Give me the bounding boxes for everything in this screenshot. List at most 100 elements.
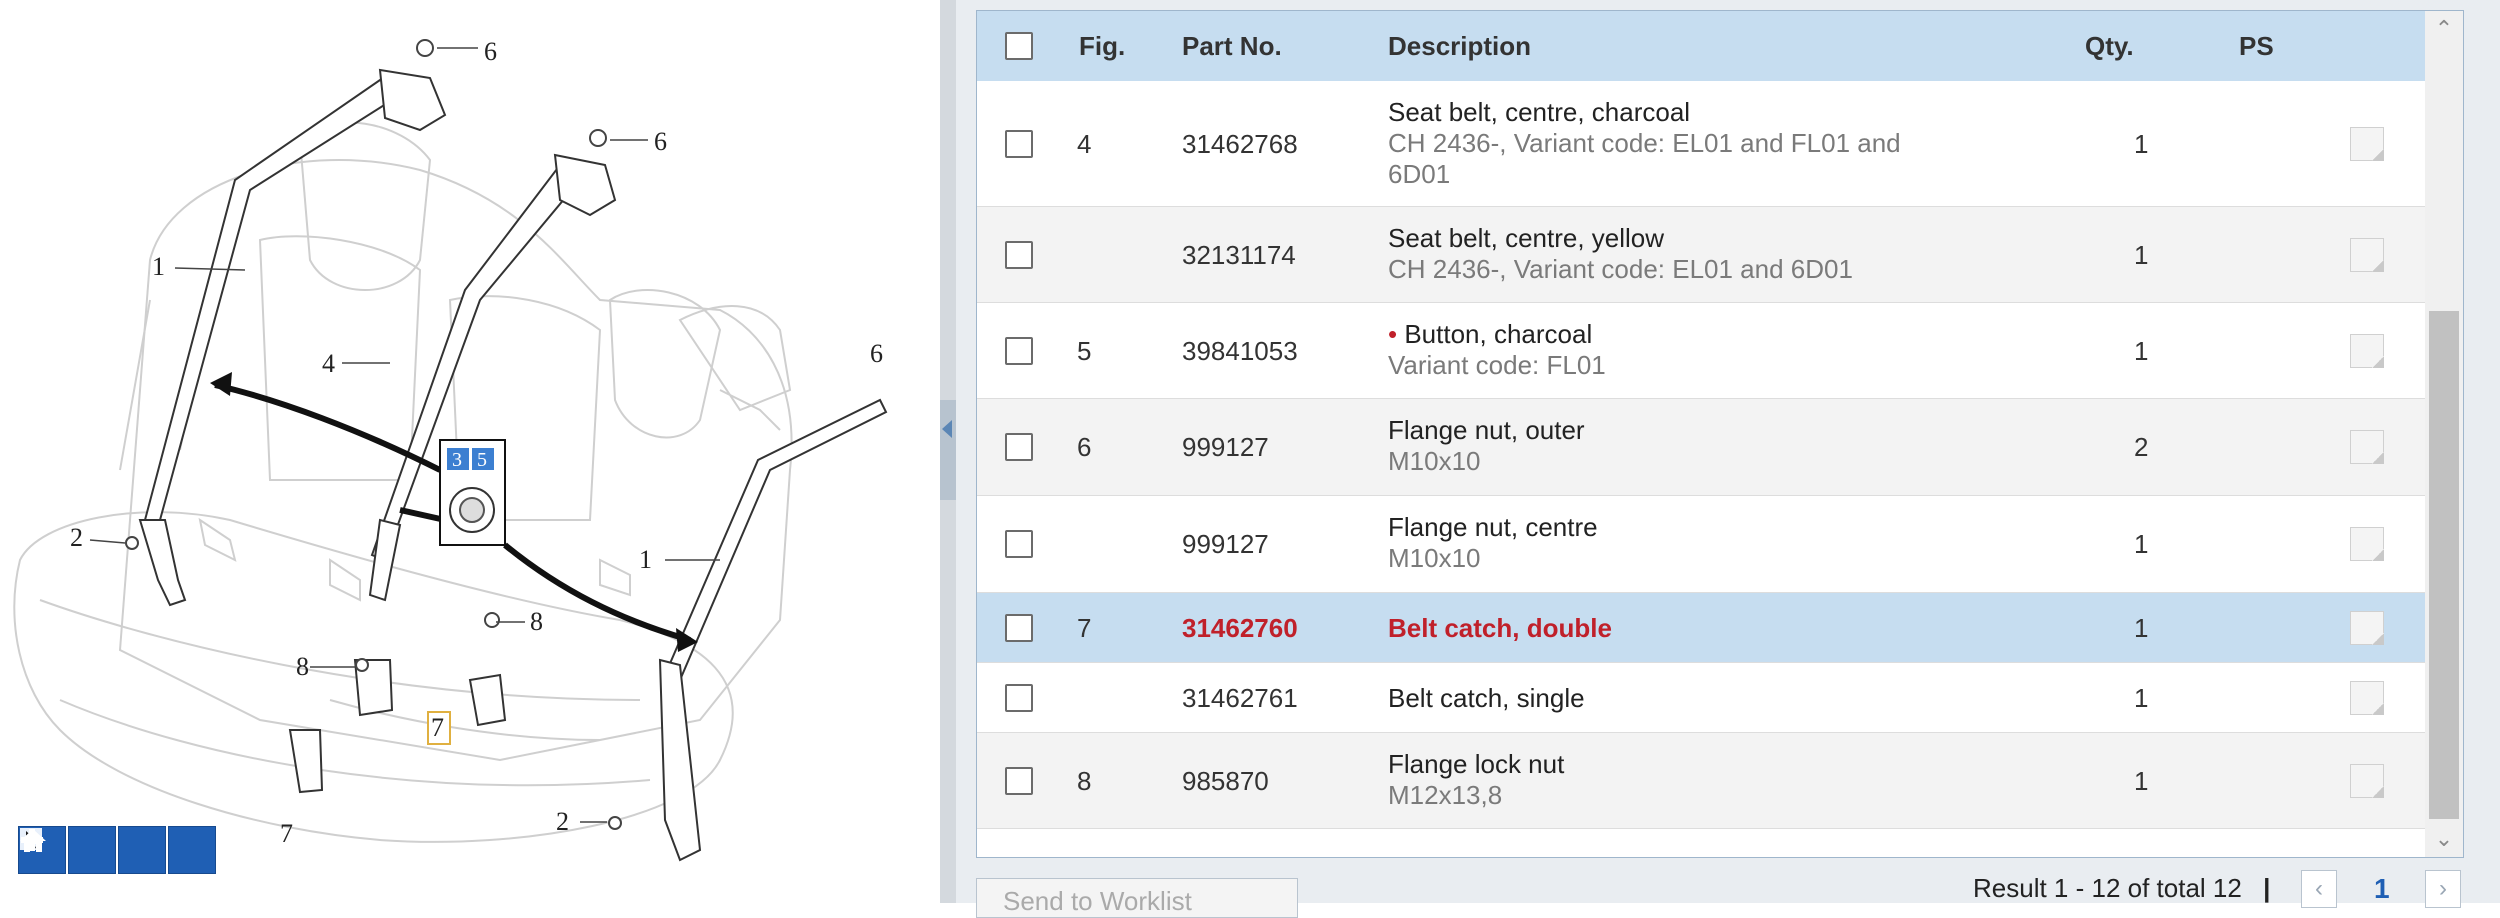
table-row[interactable]: 5 39841053 • Button, charcoal Variant co… — [977, 303, 2425, 399]
callout-6c[interactable]: 6 — [870, 339, 883, 368]
row-part-no[interactable]: 31462761 — [1182, 683, 1298, 714]
row-fig: 8 — [1077, 766, 1092, 796]
scroll-up-icon[interactable]: ⌃ — [2425, 11, 2463, 47]
home-icon — [20, 829, 46, 852]
row-description: • Button, charcoal Variant code: FL01 — [1388, 319, 1978, 381]
table-row[interactable]: 8 985870 Flange lock nut M12x13,8 1 — [977, 733, 2425, 829]
row-qty: 1 — [2134, 613, 2149, 643]
prev-page-button[interactable]: ‹ — [2301, 870, 2337, 908]
description-note: M10x10 — [1388, 543, 1481, 573]
zoom-box-label-5[interactable]: 5 — [477, 449, 487, 471]
seat-belt-illustration: 6 6 1 4 1 2 8 8 7 7 2 6 3 5 — [13, 37, 888, 862]
row-fig: 6 — [1077, 432, 1092, 462]
row-qty: 1 — [2134, 336, 2149, 366]
panel-splitter[interactable] — [940, 0, 956, 903]
note-icon[interactable] — [2350, 334, 2384, 368]
description-text: Seat belt, centre, yellow — [1388, 223, 1665, 253]
header-description[interactable]: Description — [1388, 11, 1531, 81]
description-text: Flange nut, centre — [1388, 512, 1598, 542]
row-checkbox[interactable] — [1005, 530, 1033, 558]
callout-1b[interactable]: 1 — [639, 545, 652, 574]
row-qty: 1 — [2134, 129, 2149, 159]
row-qty: 1 — [2134, 529, 2149, 559]
row-part-no[interactable]: 31462760 — [1182, 613, 1298, 644]
callout-6a[interactable]: 6 — [484, 37, 497, 66]
description-text: Flange lock nut — [1388, 749, 1565, 779]
scroll-down-icon[interactable]: ⌄ — [2425, 821, 2463, 857]
row-qty: 1 — [2134, 240, 2149, 270]
row-checkbox[interactable] — [1005, 433, 1033, 461]
row-part-no[interactable]: 31462768 — [1182, 129, 1298, 160]
header-qty[interactable]: Qty. — [2085, 11, 2134, 81]
pager-separator: | — [2263, 873, 2271, 903]
zoom-out-button[interactable] — [21, 826, 166, 874]
row-checkbox[interactable] — [1005, 337, 1033, 365]
note-icon[interactable] — [2350, 238, 2384, 272]
table-header: Fig. Part No. Description Qty. PS — [977, 11, 2425, 81]
header-fig[interactable]: Fig. — [1079, 11, 1125, 81]
description-text: Button, charcoal — [1404, 319, 1593, 349]
row-part-no[interactable]: 999127 — [1182, 529, 1269, 560]
scrollbar-thumb[interactable] — [2429, 311, 2459, 819]
row-part-no[interactable]: 32131174 — [1182, 240, 1296, 271]
table-row[interactable]: 4 31462768 Seat belt, centre, charcoal C… — [977, 81, 2425, 207]
row-description: Flange lock nut M12x13,8 — [1388, 749, 1978, 811]
diagram-toolbar — [18, 826, 216, 874]
note-icon[interactable] — [2350, 681, 2384, 715]
note-icon[interactable] — [2350, 430, 2384, 464]
table-row-selected[interactable]: 7 31462760 Belt catch, double 1 — [977, 593, 2425, 663]
parts-diagram[interactable]: 6 6 1 4 1 2 8 8 7 7 2 6 3 5 — [0, 0, 940, 903]
parts-panel: Fig. Part No. Description Qty. PS 4 3146… — [956, 0, 2500, 918]
zoom-in-button[interactable] — [21, 826, 116, 874]
description-note: CH 2436-, Variant code: EL01 and FL01 an… — [1388, 128, 1901, 158]
select-all-checkbox[interactable] — [1005, 32, 1033, 60]
callout-1a[interactable]: 1 — [152, 252, 165, 281]
row-description: Belt catch, single — [1388, 683, 1585, 713]
row-part-no[interactable]: 985870 — [1182, 766, 1269, 797]
row-qty: 1 — [2134, 683, 2149, 713]
table-row[interactable]: 999127 Flange nut, centre M10x10 1 — [977, 496, 2425, 593]
row-checkbox[interactable] — [1005, 241, 1033, 269]
description-note: Variant code: FL01 — [1388, 350, 1606, 380]
callout-2b[interactable]: 2 — [556, 807, 569, 836]
splitter-grip[interactable] — [940, 400, 956, 500]
send-to-worklist-button[interactable]: Send to Worklist — [976, 878, 1298, 918]
row-part-no[interactable]: 999127 — [1182, 432, 1269, 463]
row-fig: 5 — [1077, 336, 1092, 366]
table-row[interactable]: 6 999127 Flange nut, outer M10x10 2 — [977, 399, 2425, 496]
result-count: Result 1 - 12 of total 12 | — [1973, 873, 2270, 904]
row-checkbox[interactable] — [1005, 684, 1033, 712]
table-row[interactable]: 31462761 Belt catch, single 1 — [977, 663, 2425, 733]
row-description: Seat belt, centre, charcoal CH 2436-, Va… — [1388, 97, 1978, 190]
parts-table: Fig. Part No. Description Qty. PS 4 3146… — [976, 10, 2464, 858]
reset-view-button[interactable] — [20, 826, 216, 874]
callout-4[interactable]: 4 — [322, 349, 335, 378]
callout-8b[interactable]: 8 — [296, 652, 309, 681]
note-icon[interactable] — [2350, 764, 2384, 798]
row-description: Flange nut, outer M10x10 — [1388, 415, 1978, 477]
header-part-no[interactable]: Part No. — [1182, 11, 1282, 81]
callout-7a[interactable]: 7 — [431, 713, 444, 742]
note-icon[interactable] — [2350, 127, 2384, 161]
callout-7b[interactable]: 7 — [280, 819, 293, 848]
new-part-bullet: • — [1388, 319, 1398, 349]
callout-2a[interactable]: 2 — [70, 523, 83, 552]
callout-8a[interactable]: 8 — [530, 607, 543, 636]
row-checkbox[interactable] — [1005, 130, 1033, 158]
current-page[interactable]: 1 — [2374, 873, 2390, 905]
row-fig: 4 — [1077, 129, 1092, 159]
note-icon[interactable] — [2350, 611, 2384, 645]
row-description: Seat belt, centre, yellow CH 2436-, Vari… — [1388, 223, 1978, 285]
row-checkbox[interactable] — [1005, 767, 1033, 795]
result-text: Result 1 - 12 of total 12 — [1973, 873, 2242, 903]
collapse-left-icon[interactable] — [942, 420, 952, 438]
row-checkbox[interactable] — [1005, 614, 1033, 642]
zoom-box-label-3[interactable]: 3 — [452, 449, 462, 471]
row-part-no[interactable]: 39841053 — [1182, 336, 1298, 367]
note-icon[interactable] — [2350, 527, 2384, 561]
table-scrollbar[interactable]: ⌃ ⌄ — [2425, 11, 2463, 857]
next-page-button[interactable]: › — [2425, 870, 2461, 908]
callout-6b[interactable]: 6 — [654, 127, 667, 156]
table-row[interactable]: 32131174 Seat belt, centre, yellow CH 24… — [977, 207, 2425, 303]
header-ps[interactable]: PS — [2239, 11, 2274, 81]
